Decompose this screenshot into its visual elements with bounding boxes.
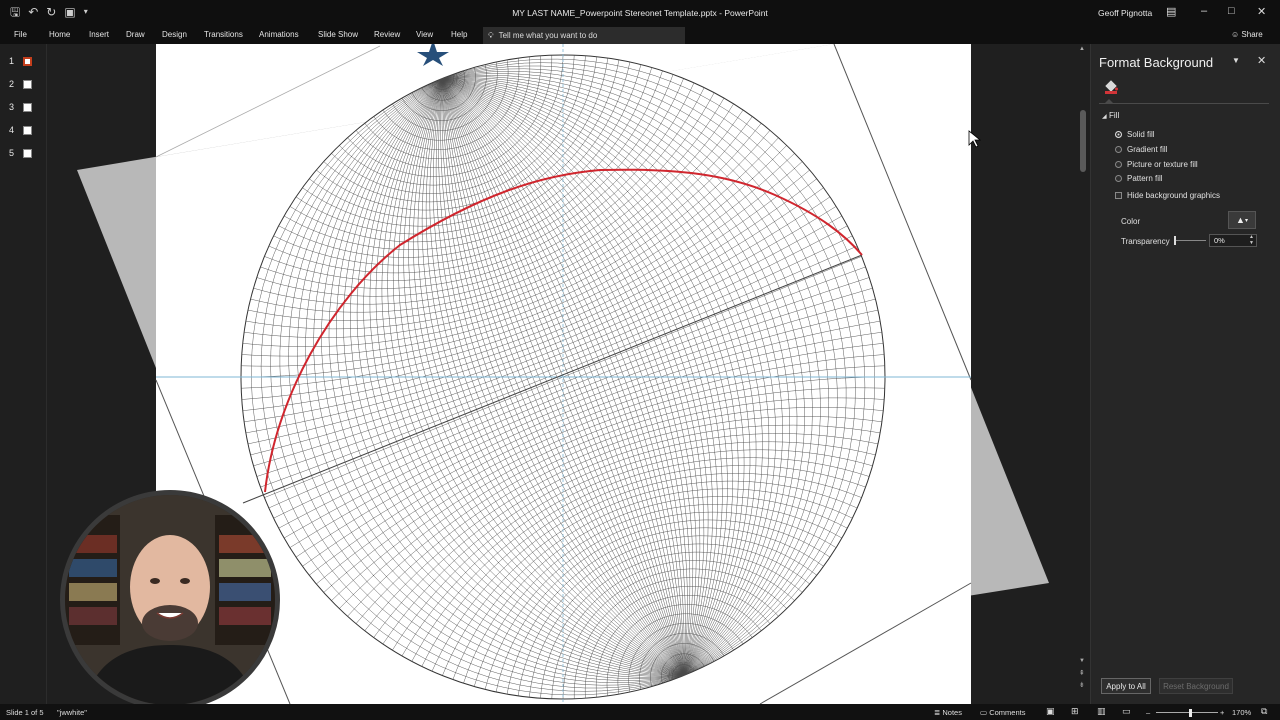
previous-slide-icon[interactable]: ⇞ xyxy=(1079,669,1085,677)
notes-label: Notes xyxy=(942,708,962,717)
zoom-out-icon[interactable]: – xyxy=(1146,708,1150,717)
vertical-scrollbar[interactable]: ▲ ▼ ⇞ ⇟ xyxy=(1078,44,1089,694)
tab-design[interactable]: Design xyxy=(162,30,187,39)
lightbulb-icon: 💡︎ xyxy=(488,30,494,40)
color-picker-button[interactable]: ▲ ▾ xyxy=(1228,211,1256,229)
pane-divider xyxy=(1099,103,1269,104)
comments-icon: ▭ xyxy=(980,708,988,717)
zoom-slider[interactable] xyxy=(1156,712,1218,713)
next-slide-icon[interactable]: ⇟ xyxy=(1079,681,1085,689)
comments-label: Comments xyxy=(989,708,1026,717)
reading-view-icon[interactable]: ▥ xyxy=(1097,706,1106,717)
radio-solid-fill[interactable] xyxy=(1115,131,1122,138)
normal-view-icon[interactable]: ▣ xyxy=(1046,706,1055,717)
transparency-label: Transparency xyxy=(1121,237,1170,246)
hide-graphics-checkbox[interactable] xyxy=(1115,192,1122,199)
scroll-down-icon[interactable]: ▼ xyxy=(1079,658,1085,664)
slide-number: 3 xyxy=(9,102,15,112)
account-name[interactable]: Geoff Pignotta xyxy=(1098,8,1152,18)
scrollbar-thumb[interactable] xyxy=(1080,110,1086,172)
collapse-fill-icon[interactable]: ◢ xyxy=(1102,113,1107,120)
presenter-video xyxy=(65,495,275,705)
color-label: Color xyxy=(1121,217,1141,226)
slide-sorter-icon[interactable]: ⊞ xyxy=(1071,706,1079,717)
close-icon[interactable]: ✕ xyxy=(1257,5,1266,18)
pane-close-icon[interactable]: ✕ xyxy=(1257,54,1266,67)
slide-thumbnail-3[interactable] xyxy=(23,103,32,112)
picture-fill-option[interactable]: Picture or texture fill xyxy=(1115,160,1198,169)
transparency-slider-handle[interactable] xyxy=(1174,236,1176,245)
tab-insert[interactable]: Insert xyxy=(89,30,109,39)
theme-name: "jwwhite" xyxy=(57,708,87,717)
option-label: Gradient fill xyxy=(1127,145,1168,154)
slide-number: 2 xyxy=(9,79,15,89)
paint-bucket-icon[interactable] xyxy=(1103,79,1119,95)
zoom-in-icon[interactable]: + xyxy=(1220,708,1224,717)
hide-background-graphics-option[interactable]: Hide background graphics xyxy=(1115,191,1220,200)
fill-color-icon: ▲ xyxy=(1236,215,1245,225)
tab-review[interactable]: Review xyxy=(374,30,400,39)
tell-me-placeholder: Tell me what you want to do xyxy=(498,31,598,40)
slide-thumbnail-4[interactable] xyxy=(23,126,32,135)
zoom-level[interactable]: 170% xyxy=(1232,708,1251,717)
notes-icon: ≣ xyxy=(934,708,941,717)
chevron-down-icon: ▾ xyxy=(1244,217,1248,224)
tab-transitions[interactable]: Transitions xyxy=(204,30,243,39)
fill-section-header[interactable]: Fill xyxy=(1109,111,1119,120)
option-label: Pattern fill xyxy=(1127,174,1163,183)
slide-thumbnail-pane: 1 2 3 4 5 xyxy=(0,44,47,704)
ribbon-display-icon[interactable]: ▤ xyxy=(1166,5,1176,18)
slide-thumbnail-1[interactable] xyxy=(23,57,32,66)
solid-fill-option[interactable]: Solid fill xyxy=(1115,130,1155,139)
pane-title: Format Background xyxy=(1099,55,1214,70)
status-bar: Slide 1 of 5 "jwwhite" ≣ Notes ▭ Comment… xyxy=(0,704,1280,720)
tab-file[interactable]: File xyxy=(14,30,27,39)
tab-animations[interactable]: Animations xyxy=(259,30,299,39)
webcam-video-overlay xyxy=(60,490,280,710)
slide-number: 4 xyxy=(9,125,15,135)
transparency-slider[interactable] xyxy=(1174,240,1206,241)
option-label: Solid fill xyxy=(1127,130,1155,139)
scroll-up-icon[interactable]: ▲ xyxy=(1079,46,1085,52)
reset-background-button[interactable]: Reset Background xyxy=(1159,678,1233,694)
minimize-icon[interactable]: – xyxy=(1201,5,1207,17)
document-title: MY LAST NAME_Powerpoint Stereonet Templa… xyxy=(512,8,768,18)
tab-draw[interactable]: Draw xyxy=(126,30,145,39)
radio-gradient-fill[interactable] xyxy=(1115,146,1122,153)
slide-indicator: Slide 1 of 5 xyxy=(6,708,44,717)
tab-home[interactable]: Home xyxy=(49,30,70,39)
slide-number: 1 xyxy=(9,56,15,66)
share-button[interactable]: ☺ Share xyxy=(1231,30,1263,39)
apply-to-all-button[interactable]: Apply to All xyxy=(1101,678,1151,694)
maximize-icon[interactable]: □ xyxy=(1228,5,1235,17)
person-icon: ☺ xyxy=(1231,30,1240,39)
notes-button[interactable]: ≣ Notes xyxy=(934,708,962,717)
transparency-spinner-icon[interactable]: ▲ ▼ xyxy=(1249,234,1254,246)
radio-pattern-fill[interactable] xyxy=(1115,175,1122,182)
share-label: Share xyxy=(1241,30,1263,39)
slideshow-icon[interactable]: ▭ xyxy=(1122,706,1131,717)
comments-button[interactable]: ▭ Comments xyxy=(980,708,1025,717)
radio-picture-fill[interactable] xyxy=(1115,161,1122,168)
tell-me-search[interactable]: 💡︎ Tell me what you want to do xyxy=(483,27,685,44)
pane-options-icon[interactable]: ▼ xyxy=(1232,56,1240,65)
tab-slide-show[interactable]: Slide Show xyxy=(318,30,358,39)
zoom-slider-handle[interactable] xyxy=(1189,709,1192,717)
gradient-fill-option[interactable]: Gradient fill xyxy=(1115,145,1167,154)
fit-to-window-icon[interactable]: ⧉ xyxy=(1261,706,1267,717)
ribbon-tab-row: File Home Insert Draw Design Transitions… xyxy=(0,26,1280,44)
tab-view[interactable]: View xyxy=(416,30,433,39)
tab-help[interactable]: Help xyxy=(451,30,467,39)
format-background-pane: Format Background ▼ ✕ ◢ Fill Solid fill … xyxy=(1090,44,1280,704)
title-bar: 🖫 ↶ ↻ ▣ ▾ MY LAST NAME_Powerpoint Stereo… xyxy=(0,0,1280,26)
slide-thumbnail-2[interactable] xyxy=(23,80,32,89)
option-label: Picture or texture fill xyxy=(1127,160,1198,169)
slide-number: 5 xyxy=(9,148,15,158)
option-label: Hide background graphics xyxy=(1127,191,1220,200)
pattern-fill-option[interactable]: Pattern fill xyxy=(1115,174,1163,183)
slide-thumbnail-5[interactable] xyxy=(23,149,32,158)
